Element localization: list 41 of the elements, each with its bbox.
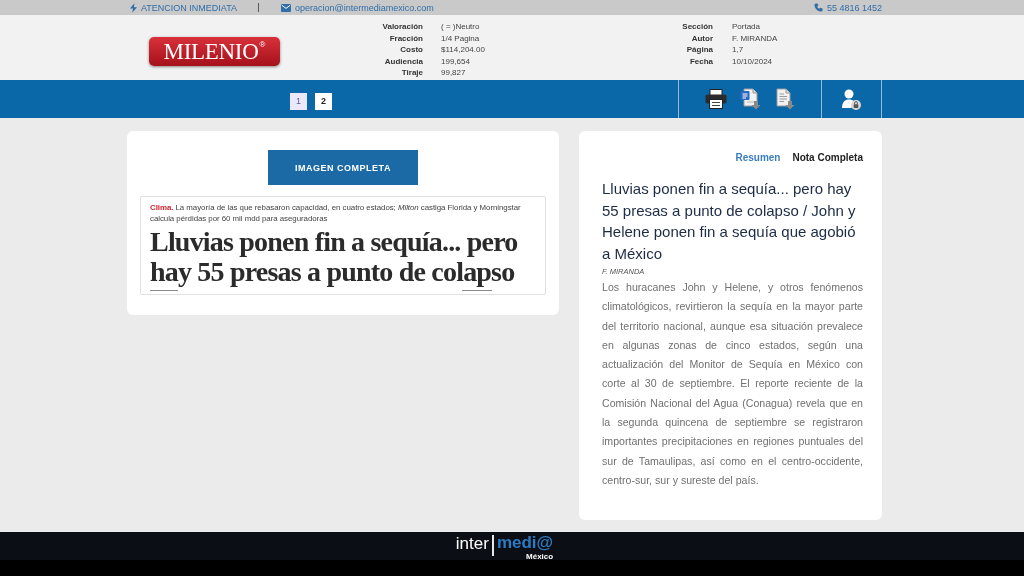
page-button[interactable]: 1	[290, 92, 307, 110]
registered-mark: ®	[259, 41, 266, 49]
document-download-icon[interactable]	[774, 88, 795, 110]
detail-value: $114,204.00	[441, 44, 486, 56]
document-download-icon[interactable]	[740, 88, 761, 110]
footer-logo-text: inter	[455, 534, 489, 553]
detail-label: Autor	[690, 32, 713, 44]
detail-value: 99,827	[441, 67, 467, 79]
printer-icon[interactable]	[705, 89, 727, 109]
detail-value: 199,654	[441, 55, 471, 67]
phone-icon	[813, 3, 823, 12]
detail-value: ( = )Neutro	[441, 21, 481, 33]
detail-value: 10/10/2024	[732, 55, 774, 67]
logo-wordmark: MILENIO	[163, 40, 259, 63]
detail-label: Valoración	[381, 21, 423, 33]
detail-label: Página	[685, 44, 713, 56]
lightning-icon	[130, 2, 137, 13]
full-image-button[interactable]: IMAGEN COMPLETA	[268, 150, 418, 185]
detail-label: Costo	[399, 44, 423, 56]
footer-logo-subtitle: México	[526, 552, 554, 561]
detail-label: Sección	[681, 21, 713, 33]
detail-label: Fracción	[388, 32, 423, 44]
article-body: Los huracanes John y Helene, y otros fenómenos climatológicos, revirtieron la sequía en la mayor parte del territorio nacional, aunque esa situación prevalece en algunas zonas de cinco estados, según una actualización del Monitor de Sequía en México con corte al 30 de septiembre. El reporte reciente de la Comisión Nacional del Agua (Conagua) revela que en la segunda quincena de septiembre se registraron importantes precipitaciones en regiones puntuales del sur de Tamaulipas, así como en el centro-occidente, centro-sur, sur y sureste del país.	[602, 280, 863, 488]
page-button[interactable]: 2	[315, 92, 332, 110]
detail-value: Portada	[732, 21, 762, 33]
footer-logo-text: medi@	[496, 534, 554, 552]
user-lock-icon[interactable]	[842, 88, 861, 110]
envelope-icon	[281, 3, 291, 12]
attention-label: ATENCION INMEDIATA	[141, 2, 237, 13]
detail-label: Audiencia	[383, 55, 423, 67]
clipping-headline: Lluvias ponen fin a sequía... pero hay 55 presas a punto de colapso	[150, 227, 519, 287]
detail-label: Fecha	[688, 55, 713, 67]
detail-value: 1,7	[732, 44, 745, 56]
article-title: Lluvias ponen fin a sequía... pero hay 55 presas a punto de colapso / John y Helene ponen fin a sequía que agobió a México	[602, 179, 857, 264]
detail-label: Tiraje	[400, 67, 423, 79]
email-link[interactable]: operacion@intermediamexico.com	[295, 2, 434, 13]
tab[interactable]: Resumen	[735, 150, 781, 166]
tab[interactable]: Nota Completa	[792, 150, 863, 166]
detail-value: 1/4 Pagina	[441, 32, 481, 44]
phone-link[interactable]: 55 4816 1452	[826, 2, 882, 13]
detail-value: F. MIRANDA	[732, 32, 778, 44]
